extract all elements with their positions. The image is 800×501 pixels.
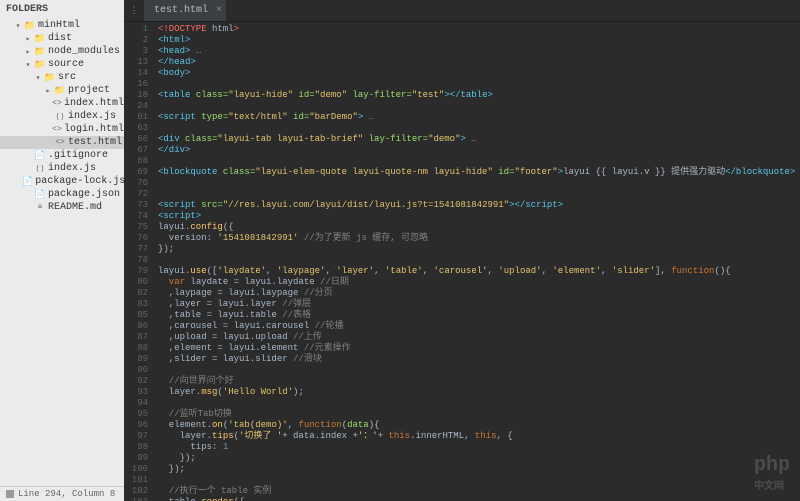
tree-label: minHtml: [38, 20, 80, 31]
tree-label: project: [68, 85, 110, 96]
tree-item--gitignore[interactable]: .gitignore: [0, 149, 124, 162]
tree-item-package-lock-json[interactable]: package-lock.json: [0, 175, 124, 188]
status-icon: [6, 490, 14, 498]
sidebar-title: FOLDERS: [0, 0, 124, 19]
tree-item-index-js[interactable]: index.js: [0, 162, 124, 175]
file-icon: [34, 190, 46, 200]
tab-bar: ⋮ test.html ×: [124, 0, 800, 22]
close-icon[interactable]: ×: [216, 5, 222, 16]
tree-item-dist[interactable]: dist: [0, 32, 124, 45]
folder-icon: [34, 60, 46, 70]
html-icon: [52, 125, 62, 134]
file-tree[interactable]: minHtml dist node_modulessource src project i…: [0, 19, 124, 486]
watermark: php中文网: [754, 453, 790, 493]
tree-label: src: [58, 72, 76, 83]
status-text: Line 294, Column 8: [18, 489, 115, 499]
arrow-icon: [22, 47, 34, 57]
tab-active[interactable]: test.html ×: [144, 0, 226, 21]
tree-item-index-html[interactable]: index.html: [0, 97, 124, 110]
tree-label: index.js: [68, 111, 116, 122]
folder-icon: [44, 73, 56, 83]
tree-label: dist: [48, 33, 72, 44]
tree-item-node_modules[interactable]: node_modules: [0, 45, 124, 58]
tree-item-package-json[interactable]: package.json: [0, 188, 124, 201]
tree-label: .gitignore: [48, 150, 108, 161]
status-bar: Line 294, Column 8: [0, 486, 124, 501]
line-gutter: 1231314161824616366676869707273747576777…: [124, 22, 154, 501]
folder-icon: [34, 47, 46, 57]
sidebar: FOLDERS minHtml dist node_modulessource src…: [0, 0, 124, 501]
html-icon: [54, 138, 66, 147]
code-area[interactable]: 1231314161824616366676869707273747576777…: [124, 22, 800, 501]
tree-item-src[interactable]: src: [0, 71, 124, 84]
arrow-icon: [32, 73, 44, 83]
tree-item-README-md[interactable]: README.md: [0, 201, 124, 214]
code-content[interactable]: <!DOCTYPE html><html><head> …</head><bod…: [154, 22, 800, 501]
tab-menu-icon[interactable]: ⋮: [124, 0, 144, 21]
tree-item-test-html[interactable]: test.html: [0, 136, 124, 149]
tree-item-index-js[interactable]: index.js: [0, 110, 124, 123]
tree-item-project[interactable]: project: [0, 84, 124, 97]
editor-pane: ⋮ test.html × 12313141618246163666768697…: [124, 0, 800, 501]
tree-label: index.js: [48, 163, 96, 174]
folder-icon: [24, 21, 36, 31]
arrow-icon: [12, 21, 24, 31]
tree-item-minHtml[interactable]: minHtml: [0, 19, 124, 32]
tree-item-login-html[interactable]: login.html: [0, 123, 124, 136]
folder-icon: [54, 86, 66, 96]
file-icon: [22, 177, 33, 187]
md-icon: [34, 203, 46, 212]
file-icon: [34, 151, 46, 161]
folder-icon: [34, 34, 46, 44]
tree-label: package-lock.json: [35, 176, 124, 187]
js-icon: [54, 112, 66, 122]
tree-item-source[interactable]: source: [0, 58, 124, 71]
tab-label: test.html: [154, 5, 208, 16]
arrow-icon: [22, 34, 34, 44]
tree-label: README.md: [48, 202, 102, 213]
tree-label: index.html: [64, 98, 124, 109]
tree-label: login.html: [64, 124, 124, 135]
arrow-icon: [22, 60, 34, 70]
tree-label: node_modules: [48, 46, 120, 57]
js-icon: [34, 164, 46, 174]
html-icon: [52, 99, 62, 108]
tree-label: source: [48, 59, 84, 70]
tree-label: package.json: [48, 189, 120, 200]
tree-label: test.html: [68, 137, 122, 148]
arrow-icon: [42, 86, 54, 96]
